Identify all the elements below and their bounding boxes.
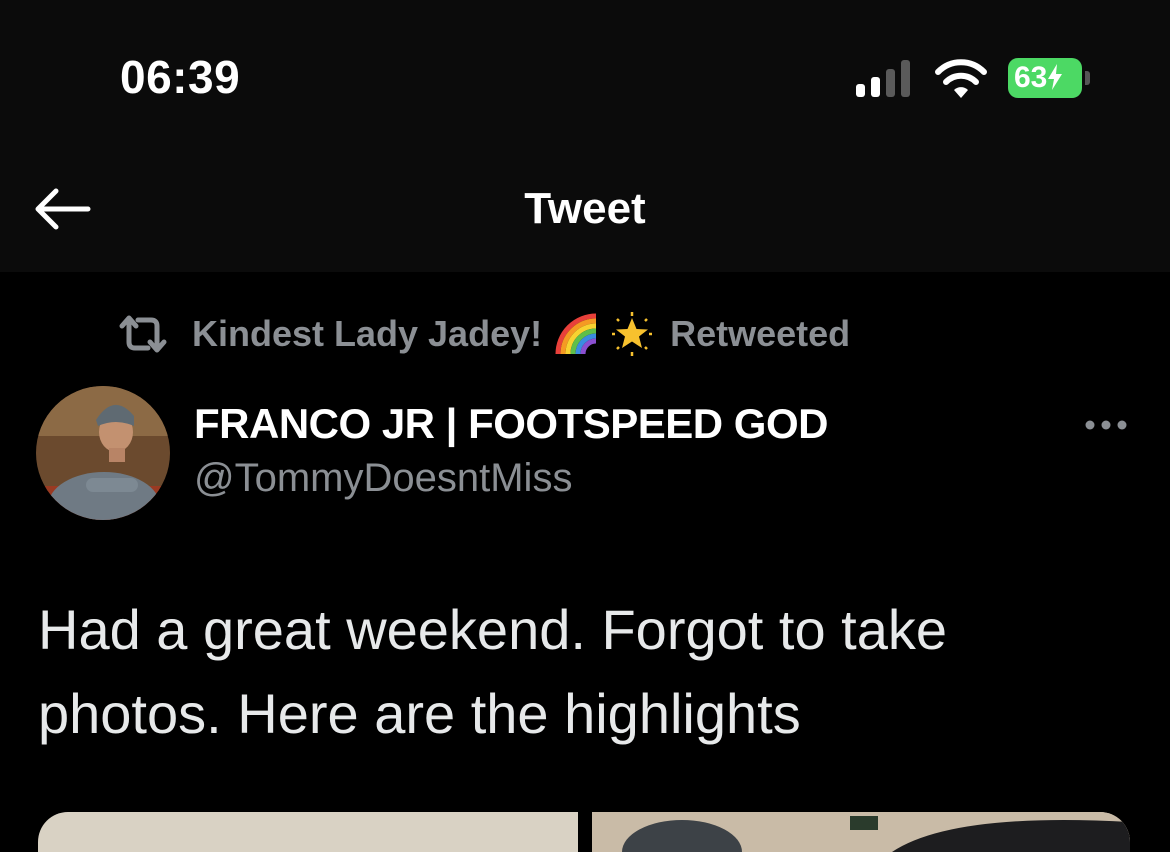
author-handle[interactable]: @TommyDoesntMiss	[194, 456, 572, 501]
retweeter-name: Kindest Lady Jadey!	[192, 313, 543, 354]
glowing-star-emoji	[612, 312, 653, 356]
retweet-context[interactable]: Kindest Lady Jadey! Retweeted	[118, 310, 850, 358]
battery-indicator: 63	[1008, 58, 1090, 100]
more-icon[interactable]	[1082, 410, 1130, 440]
charging-bolt-icon	[1048, 64, 1063, 90]
battery-level: 63	[1014, 61, 1048, 94]
navigation-bar: Tweet	[0, 150, 1170, 272]
retweeted-label: Retweeted	[670, 313, 851, 354]
author-name[interactable]: FRANCO JR | FOOTSPEED GOD	[194, 400, 828, 448]
status-time: 06:39	[120, 51, 241, 103]
battery-cap	[1085, 71, 1090, 85]
retweet-icon	[119, 315, 167, 353]
wifi-icon	[935, 59, 987, 98]
tweet-text: Had a great weekend. Forgot to take phot…	[38, 598, 947, 745]
rainbow-emoji	[555, 313, 597, 355]
status-bar: 06:39 63	[0, 0, 1170, 150]
tweet-media-left[interactable]	[38, 812, 578, 852]
media-right-content	[592, 812, 1130, 852]
avatar[interactable]	[36, 386, 170, 520]
page-title: Tweet	[524, 184, 646, 233]
battery-body: 63	[1008, 58, 1082, 98]
tweet-media-right[interactable]	[592, 812, 1130, 852]
cellular-signal-icon	[856, 60, 910, 97]
